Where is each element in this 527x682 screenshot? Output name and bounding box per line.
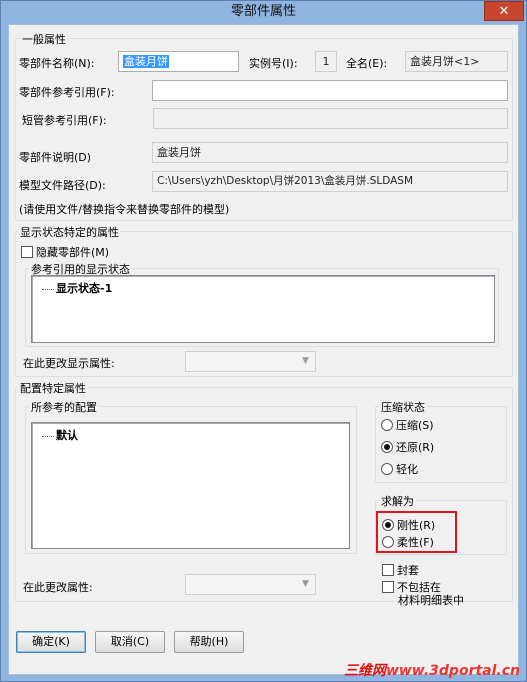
exclude-bom-label-line2: 材料明细表中 bbox=[398, 594, 464, 607]
hide-component-label: 隐藏零部件(M) bbox=[36, 246, 110, 259]
suppress-radio-label: 压缩(S) bbox=[396, 419, 434, 432]
lightweight-radio-label: 轻化 bbox=[396, 463, 418, 476]
resolve-radio[interactable]: 还原(R) bbox=[381, 439, 434, 455]
instance-label: 实例号(I): bbox=[249, 57, 298, 70]
watermark-url: www.3dportal.cn bbox=[385, 663, 520, 679]
component-name-input[interactable]: 盒装月饼 bbox=[118, 51, 239, 72]
flexible-radio-label: 柔性(F) bbox=[397, 536, 434, 549]
cancel-button[interactable]: 取消(C) bbox=[95, 631, 165, 653]
rigid-radio[interactable]: 刚性(R) bbox=[382, 517, 435, 533]
suppress-radio[interactable]: 压缩(S) bbox=[381, 417, 434, 433]
close-button[interactable]: ✕ bbox=[484, 1, 524, 21]
flexible-radio[interactable]: 柔性(F) bbox=[382, 534, 434, 550]
instance-field: 1 bbox=[315, 51, 337, 72]
short-reference-field bbox=[153, 108, 508, 129]
watermark: 三维网www.3dportal.cn bbox=[344, 660, 520, 680]
fullname-label: 全名(E): bbox=[346, 57, 388, 70]
short-ref-label: 短管参考引用(F): bbox=[22, 114, 107, 127]
lightweight-radio[interactable]: 轻化 bbox=[381, 461, 418, 477]
tree-connector-icon bbox=[42, 435, 54, 437]
display-property-combo[interactable]: ▼ bbox=[185, 351, 316, 372]
resolve-radio-dot bbox=[381, 441, 393, 453]
component-name-value: 盒装月饼 bbox=[123, 55, 169, 68]
envelope-checkbox[interactable]: 封套 bbox=[382, 562, 419, 578]
suppress-radio-dot bbox=[381, 419, 393, 431]
replace-hint: (请使用文件/替换指令来替换零部件的模型) bbox=[19, 203, 230, 216]
display-state-legend: 显示状态特定的属性 bbox=[18, 224, 121, 240]
watermark-cn: 三维网 bbox=[343, 663, 386, 679]
config-item[interactable]: 默认 bbox=[42, 427, 78, 443]
title-bar[interactable]: 零部件属性 ✕ bbox=[1, 1, 526, 23]
dialog-window: 零部件属性 ✕ 一般属性 零部件名称(N): 盒装月饼 实例号(I): 1 全名… bbox=[0, 0, 527, 682]
chevron-down-icon: ▼ bbox=[302, 579, 309, 589]
display-state-item-label: 显示状态-1 bbox=[56, 282, 113, 295]
window-title: 零部件属性 bbox=[230, 4, 296, 19]
description-field: 盒装月饼 bbox=[152, 142, 508, 163]
config-property-combo[interactable]: ▼ bbox=[185, 574, 316, 595]
path-label: 模型文件路径(D): bbox=[19, 179, 106, 192]
ref-label: 零部件参考引用(F): bbox=[19, 86, 115, 99]
model-path-field: C:\Users\yzh\Desktop\月饼2013\盒装月饼.SLDASM bbox=[152, 171, 508, 192]
config-list[interactable]: 默认 bbox=[31, 422, 350, 549]
dialog-client: 一般属性 零部件名称(N): 盒装月饼 实例号(I): 1 全名(E): 盒装月… bbox=[8, 24, 519, 675]
config-item-label: 默认 bbox=[56, 429, 78, 442]
tree-connector-icon bbox=[42, 288, 54, 290]
component-reference-input[interactable] bbox=[152, 80, 508, 101]
rigid-radio-dot bbox=[382, 519, 394, 531]
chevron-down-icon: ▼ bbox=[302, 356, 309, 366]
description-label: 零部件说明(D) bbox=[19, 151, 92, 164]
hide-component-checkbox[interactable]: 隐藏零部件(M) bbox=[21, 244, 109, 260]
lightweight-radio-dot bbox=[381, 463, 393, 475]
suppression-legend: 压缩状态 bbox=[379, 399, 427, 415]
envelope-label: 封套 bbox=[397, 564, 419, 577]
hide-component-box bbox=[21, 246, 33, 258]
display-state-list[interactable]: 显示状态-1 bbox=[31, 275, 495, 343]
change-display-label: 在此更改显示属性: bbox=[23, 357, 115, 370]
general-properties-legend: 一般属性 bbox=[20, 31, 68, 47]
fullname-field: 盒装月饼<1> bbox=[405, 51, 508, 72]
rigid-radio-label: 刚性(R) bbox=[397, 519, 436, 532]
exclude-bom-box bbox=[382, 581, 394, 593]
change-config-label: 在此更改属性: bbox=[23, 581, 93, 594]
resolve-radio-label: 还原(R) bbox=[396, 441, 435, 454]
help-button[interactable]: 帮助(H) bbox=[174, 631, 244, 653]
solve-as-legend: 求解为 bbox=[379, 493, 416, 509]
display-state-item[interactable]: 显示状态-1 bbox=[42, 280, 112, 296]
component-name-label: 零部件名称(N): bbox=[19, 57, 95, 70]
config-legend: 配置特定属性 bbox=[18, 380, 88, 396]
ref-config-legend: 所参考的配置 bbox=[29, 399, 99, 415]
flexible-radio-dot bbox=[382, 536, 394, 548]
envelope-box bbox=[382, 564, 394, 576]
close-icon: ✕ bbox=[498, 4, 510, 19]
ok-button[interactable]: 确定(K) bbox=[16, 631, 86, 653]
